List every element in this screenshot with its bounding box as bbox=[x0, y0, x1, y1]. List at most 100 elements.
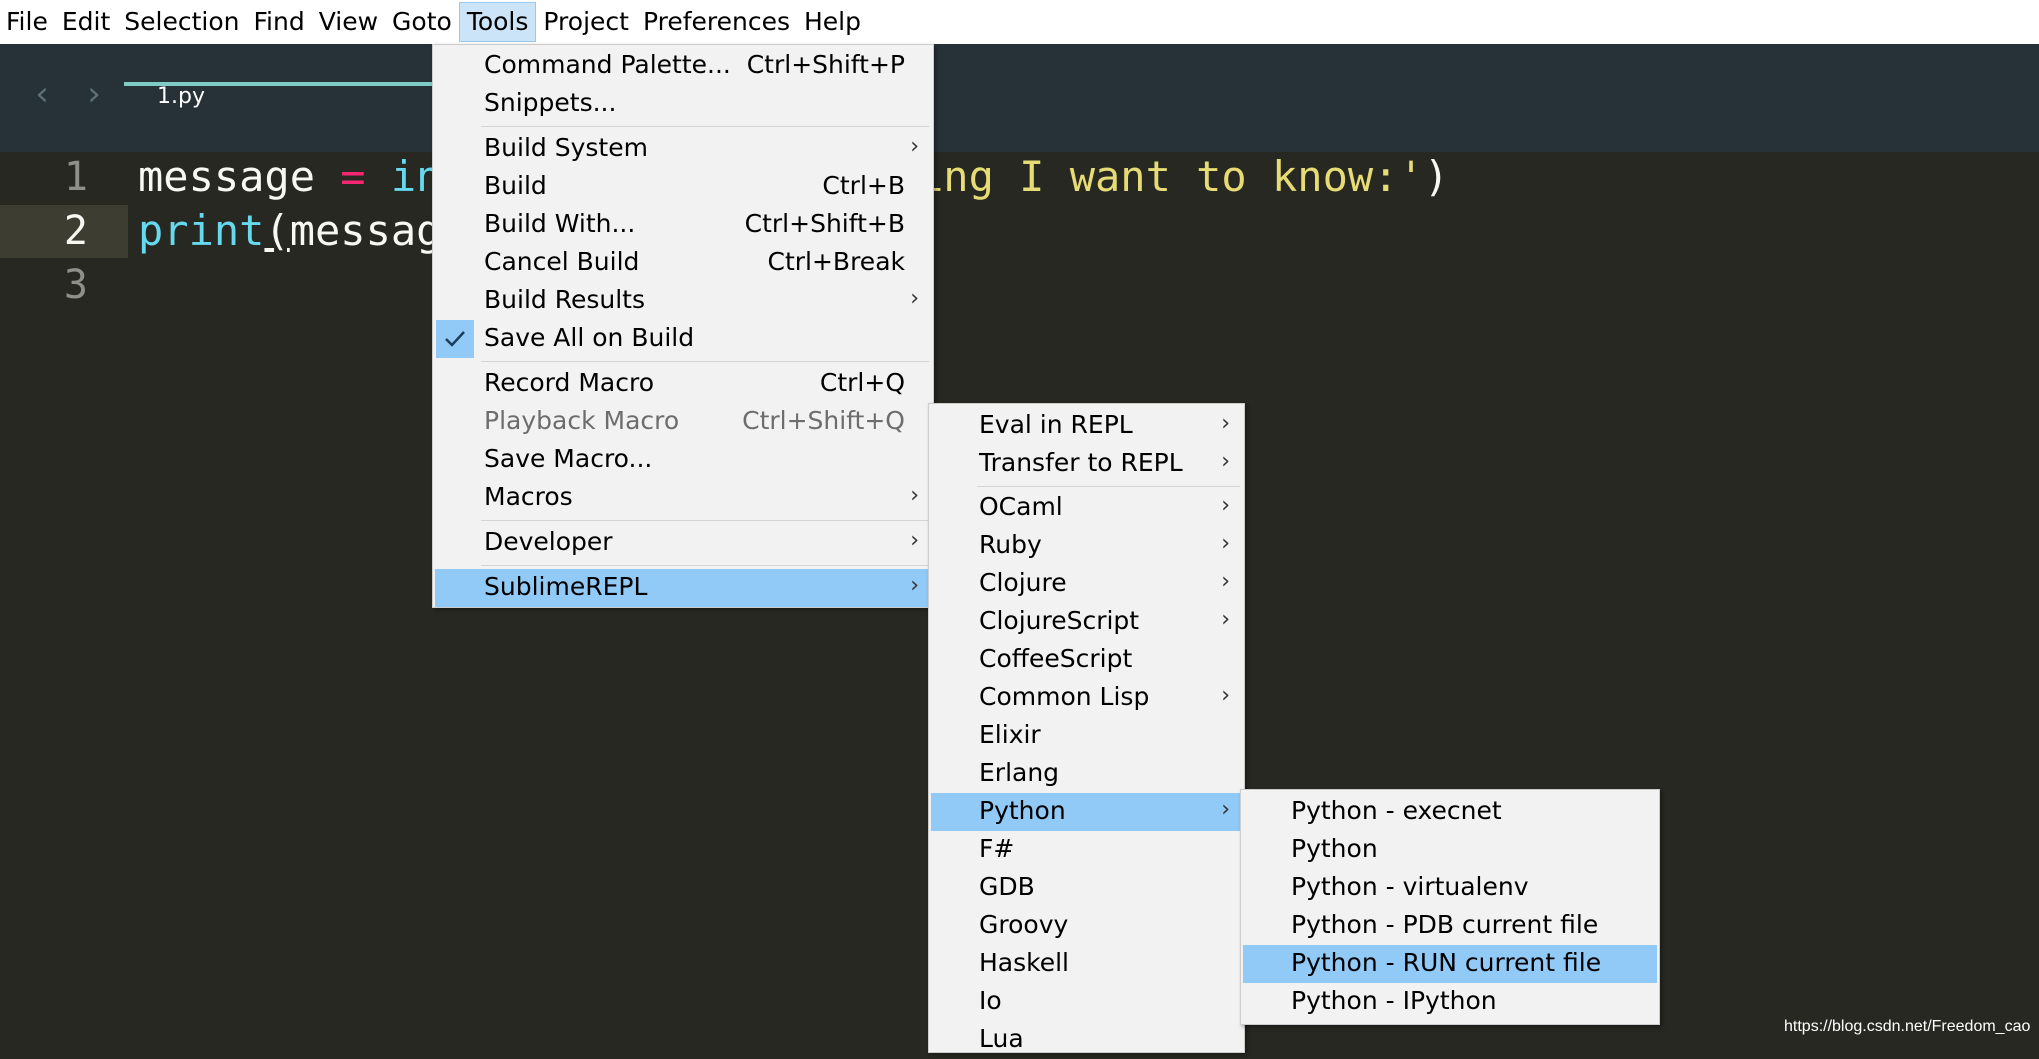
menu-item-label: Save Macro... bbox=[484, 444, 653, 473]
menu-item-groovy[interactable]: Groovy bbox=[931, 907, 1242, 945]
checkmark-icon bbox=[436, 320, 474, 358]
menu-item-label: Build System bbox=[484, 133, 648, 162]
menu-selection[interactable]: Selection bbox=[117, 2, 246, 42]
menu-item-erlang[interactable]: Erlang bbox=[931, 755, 1242, 793]
menu-item-label: Developer bbox=[484, 527, 613, 556]
menu-item-record-macro[interactable]: Record Macro Ctrl+Q bbox=[435, 365, 931, 403]
menu-item-build-with[interactable]: Build With... Ctrl+Shift+B bbox=[435, 206, 931, 244]
menu-item-command-palette[interactable]: Command Palette... Ctrl+Shift+P bbox=[435, 47, 931, 85]
menu-item-developer[interactable]: Developer › bbox=[435, 524, 931, 562]
menu-item-label: Erlang bbox=[979, 758, 1060, 787]
menu-item-label: F# bbox=[979, 834, 1015, 863]
tools-menu: Command Palette... Ctrl+Shift+P Snippets..… bbox=[432, 44, 934, 608]
menu-item-common-lisp[interactable]: Common Lisp › bbox=[931, 679, 1242, 717]
menu-item-build-results[interactable]: Build Results › bbox=[435, 282, 931, 320]
menu-item-label: OCaml bbox=[979, 492, 1063, 521]
line-number: 2 bbox=[63, 208, 88, 254]
chevron-left-icon[interactable]: ‹ bbox=[28, 77, 56, 111]
menu-project[interactable]: Project bbox=[536, 2, 636, 42]
menu-item-eval-in-repl[interactable]: Eval in REPL › bbox=[931, 407, 1242, 445]
menu-item-ruby[interactable]: Ruby › bbox=[931, 527, 1242, 565]
menu-item-macros[interactable]: Macros › bbox=[435, 479, 931, 517]
menu-item-save-macro[interactable]: Save Macro... bbox=[435, 441, 931, 479]
menu-item-haskell[interactable]: Haskell bbox=[931, 945, 1242, 983]
menu-item-python-pdb-current-file[interactable]: Python - PDB current file bbox=[1243, 907, 1657, 945]
menu-item-label: Python - execnet bbox=[1291, 796, 1502, 825]
chevron-right-icon[interactable]: › bbox=[80, 77, 108, 111]
menu-item-label: Python - RUN current file bbox=[1291, 948, 1602, 977]
menu-goto[interactable]: Goto bbox=[385, 2, 459, 42]
menu-find[interactable]: Find bbox=[246, 2, 311, 42]
menu-item-label: Groovy bbox=[979, 910, 1069, 939]
code-token-fn: in bbox=[365, 152, 442, 201]
code-token-paren: ( bbox=[264, 206, 290, 255]
menu-item-lua[interactable]: Lua bbox=[931, 1021, 1242, 1059]
menu-item-clojurescript[interactable]: ClojureScript › bbox=[931, 603, 1242, 641]
code-token-var: message bbox=[138, 152, 341, 201]
code-token-op: = bbox=[340, 152, 366, 201]
menu-preferences[interactable]: Preferences bbox=[636, 2, 797, 42]
menu-item-label: Python - IPython bbox=[1291, 986, 1497, 1015]
menu-item-label: ClojureScript bbox=[979, 606, 1140, 635]
code-token-paren: ) bbox=[1423, 152, 1450, 201]
menu-item-label: Python bbox=[979, 796, 1066, 825]
menu-item-python-ipython[interactable]: Python - IPython bbox=[1243, 983, 1657, 1021]
menu-item-save-all-on-build[interactable]: Save All on Build bbox=[435, 320, 931, 358]
submenu-arrow-icon: › bbox=[1221, 449, 1230, 474]
menu-item-python[interactable]: Python › bbox=[931, 793, 1242, 831]
menu-item-label: Ruby bbox=[979, 530, 1042, 559]
menu-edit[interactable]: Edit bbox=[55, 2, 117, 42]
submenu-arrow-icon: › bbox=[910, 134, 919, 159]
menu-item-elixir[interactable]: Elixir bbox=[931, 717, 1242, 755]
submenu-arrow-icon: › bbox=[1221, 683, 1230, 708]
menu-item-transfer-to-repl[interactable]: Transfer to REPL › bbox=[931, 445, 1242, 483]
menu-item-label: Clojure bbox=[979, 568, 1067, 597]
python-submenu: Python - execnet Python Python - virtualen… bbox=[1240, 789, 1660, 1025]
menu-item-python-execnet[interactable]: Python - execnet bbox=[1243, 793, 1657, 831]
menu-view[interactable]: View bbox=[312, 2, 385, 42]
menu-item-label: Haskell bbox=[979, 948, 1070, 977]
menu-bar: File Edit Selection Find View Goto Tools… bbox=[0, 0, 2039, 44]
menu-help[interactable]: Help bbox=[797, 2, 868, 42]
menu-item-build[interactable]: Build Ctrl+B bbox=[435, 168, 931, 206]
menu-item-python-run-current-file[interactable]: Python - RUN current file bbox=[1243, 945, 1657, 983]
tab-bar: ‹ › bbox=[0, 44, 2039, 152]
menu-file[interactable]: File bbox=[0, 2, 55, 42]
menu-item-ocaml[interactable]: OCaml › bbox=[931, 489, 1242, 527]
code-token-fn: print bbox=[138, 206, 265, 255]
menu-item-python[interactable]: Python bbox=[1243, 831, 1657, 869]
menu-item-label: Record Macro bbox=[484, 368, 654, 397]
submenu-arrow-icon: › bbox=[1221, 531, 1230, 556]
menu-item-label: Python - virtualenv bbox=[1291, 872, 1529, 901]
code-line-2: print(messag bbox=[138, 206, 441, 255]
menu-separator bbox=[481, 126, 929, 127]
tab-label: 1.py bbox=[157, 84, 205, 109]
submenu-arrow-icon: › bbox=[910, 483, 919, 508]
menu-item-label: Playback Macro bbox=[484, 406, 680, 435]
menu-item-f[interactable]: F# bbox=[931, 831, 1242, 869]
menu-item-snippets[interactable]: Snippets... bbox=[435, 85, 931, 123]
submenu-arrow-icon: › bbox=[910, 286, 919, 311]
submenu-arrow-icon: › bbox=[1221, 493, 1230, 518]
menu-item-io[interactable]: Io bbox=[931, 983, 1242, 1021]
menu-item-label: Build Results bbox=[484, 285, 645, 314]
menu-item-label: Transfer to REPL bbox=[979, 448, 1183, 477]
menu-item-clojure[interactable]: Clojure › bbox=[931, 565, 1242, 603]
submenu-arrow-icon: › bbox=[910, 573, 919, 598]
code-line-1-tail: ing I want to know:') bbox=[918, 152, 1449, 201]
menu-item-build-system[interactable]: Build System › bbox=[435, 130, 931, 168]
menu-tools[interactable]: Tools bbox=[458, 2, 537, 42]
menu-item-sublimerepl[interactable]: SublimeREPL › bbox=[435, 569, 931, 607]
menu-item-label: GDB bbox=[979, 872, 1035, 901]
menu-item-label: Lua bbox=[979, 1024, 1024, 1053]
sublimerepl-submenu: Eval in REPL › Transfer to REPL › OCaml › Ruby… bbox=[928, 403, 1245, 1053]
menu-item-label: Snippets... bbox=[484, 88, 617, 117]
watermark: https://blog.csdn.net/Freedom_cao bbox=[1784, 1018, 2031, 1035]
menu-item-coffeescript[interactable]: CoffeeScript bbox=[931, 641, 1242, 679]
menu-item-label: Cancel Build bbox=[484, 247, 640, 276]
menu-item-cancel-build[interactable]: Cancel Build Ctrl+Break bbox=[435, 244, 931, 282]
menu-item-label: Io bbox=[979, 986, 1002, 1015]
menu-item-python-virtualenv[interactable]: Python - virtualenv bbox=[1243, 869, 1657, 907]
menu-separator bbox=[481, 520, 929, 521]
menu-item-gdb[interactable]: GDB bbox=[931, 869, 1242, 907]
